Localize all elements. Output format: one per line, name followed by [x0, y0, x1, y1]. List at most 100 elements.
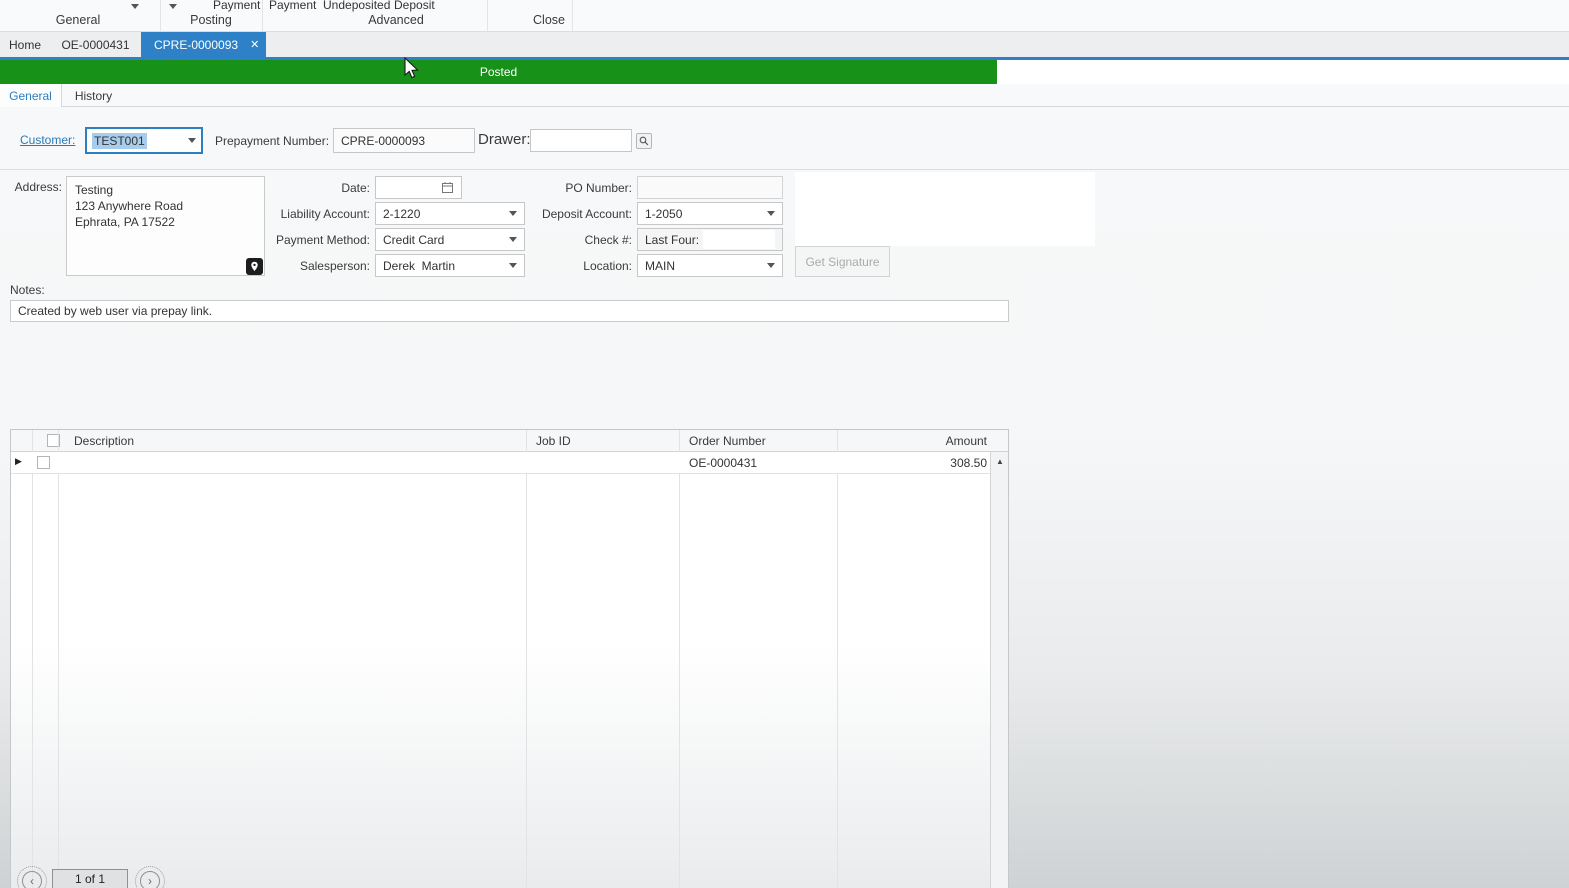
cell-order-number[interactable]: OE-0000431 [679, 452, 834, 473]
liability-account-value: 2-1220 [383, 206, 421, 221]
record-content: Customer: TEST001 Prepayment Number: CPR… [0, 107, 1569, 888]
tab-cpre-0000093[interactable]: CPRE-0000093 ✕ [141, 32, 266, 57]
tab-general[interactable]: General [0, 84, 62, 108]
tab-history[interactable]: History [62, 84, 125, 107]
ribbon: Payment Payment Undeposited Deposit Gene… [0, 0, 1569, 32]
status-badge: Posted [479, 65, 518, 79]
scroll-up-icon[interactable]: ▲ [992, 453, 1008, 469]
address-box[interactable]: Testing 123 Anywhere Road Ephrata, PA 17… [66, 176, 265, 276]
ribbon-separator [487, 0, 488, 31]
tab-home-label: Home [8, 37, 41, 52]
column-header-job-id[interactable]: Job ID [526, 430, 676, 452]
prepayment-number-label: Prepayment Number: [215, 134, 330, 148]
chevron-down-icon [767, 211, 775, 216]
next-record-button[interactable]: › [135, 866, 165, 888]
ribbon-button-payment-posting[interactable]: Payment [213, 0, 260, 12]
get-signature-label: Get Signature [805, 254, 880, 269]
chevron-down-icon[interactable] [169, 4, 177, 9]
notes-label: Notes: [10, 283, 45, 297]
location-combobox[interactable]: MAIN [637, 254, 783, 277]
location-label: Location: [583, 259, 632, 273]
deposit-account-value: 1-2050 [645, 206, 683, 221]
prepayment-number-value: CPRE-0000093 [341, 133, 426, 148]
column-header-order-number[interactable]: Order Number [679, 430, 834, 452]
check-last-four-value [703, 230, 775, 249]
ribbon-group-close: Close [533, 13, 565, 27]
signature-panel [795, 172, 1095, 246]
grid-gridline [32, 430, 33, 888]
tab-general-label: General [9, 89, 52, 103]
chevron-down-icon [767, 263, 775, 268]
payment-method-value: Credit Card [383, 232, 445, 247]
column-header-amount[interactable]: Amount [837, 430, 987, 452]
liability-account-label: Liability Account: [280, 207, 370, 221]
tab-oe-label: OE-0000431 [61, 37, 130, 52]
deposit-account-combobox[interactable]: 1-2050 [637, 202, 783, 225]
grid-gridline [58, 430, 59, 888]
row-checkbox[interactable] [37, 456, 50, 469]
record-position-box[interactable]: 1 of 1 [52, 869, 128, 888]
row-marker-icon: ▶ [15, 456, 22, 466]
previous-record-button[interactable]: ‹ [17, 866, 47, 888]
ribbon-group-general: General [55, 13, 101, 27]
tab-home[interactable]: Home [0, 32, 50, 57]
location-value: MAIN [645, 258, 675, 273]
status-banner: Posted [0, 60, 997, 84]
vertical-scrollbar[interactable]: ▲ ▼ [990, 452, 1008, 888]
prepayment-number-field[interactable]: CPRE-0000093 [333, 128, 475, 153]
tab-history-label: History [74, 88, 113, 103]
cell-job-id[interactable] [526, 452, 676, 473]
check-number-label: Check #: [584, 233, 632, 247]
record-subtabs: General History [0, 84, 1569, 108]
notes-box[interactable]: Created by web user via prepay link. [10, 300, 1009, 322]
chevron-down-icon[interactable] [131, 4, 139, 9]
tab-cpre-label: CPRE-0000093 [154, 37, 239, 52]
close-icon[interactable]: ✕ [250, 38, 259, 51]
salesperson-label: Salesperson: [299, 259, 370, 273]
cell-amount[interactable]: 308.50 [837, 452, 987, 473]
check-number-field[interactable]: Last Four: [637, 228, 783, 251]
ribbon-separator [572, 0, 573, 31]
tab-oe-0000431[interactable]: OE-0000431 [50, 32, 141, 57]
customer-value: TEST001 [92, 132, 147, 149]
ribbon-button-payment-advanced[interactable]: Payment [269, 0, 316, 12]
po-number-input[interactable] [637, 176, 783, 199]
ribbon-separator [262, 0, 263, 31]
drawer-search-button[interactable] [636, 133, 652, 149]
customer-link[interactable]: Customer: [20, 133, 75, 147]
mouse-cursor [404, 57, 419, 79]
salesperson-value: Derek Martin [383, 258, 456, 273]
notes-text: Created by web user via prepay link. [18, 304, 213, 318]
chevron-down-icon [188, 138, 196, 143]
ribbon-button-undeposited[interactable]: Undeposited [323, 0, 390, 12]
divider [0, 169, 1569, 170]
liability-account-combobox[interactable]: 2-1220 [375, 202, 525, 225]
drawer-label: Drawer: [478, 131, 531, 148]
ribbon-group-advanced: Advanced [368, 13, 424, 27]
grid-gridline [837, 430, 838, 888]
table-row[interactable]: ▶ OE-0000431 308.50 [11, 452, 991, 474]
salesperson-combobox[interactable]: Derek Martin [375, 254, 525, 277]
grid-gridline [679, 430, 680, 888]
detail-grid: Description Job ID Order Number Amount ▶… [10, 429, 1009, 888]
address-label: Address: [14, 180, 62, 194]
address-line1: Testing [75, 183, 114, 197]
calendar-icon[interactable] [441, 181, 454, 194]
payment-method-label: Payment Method: [275, 233, 370, 247]
document-tabstrip: Home OE-0000431 CPRE-0000093 ✕ [0, 32, 1569, 57]
payment-method-combobox[interactable]: Credit Card [375, 228, 525, 251]
ribbon-separator [160, 0, 161, 31]
po-number-label: PO Number: [565, 181, 632, 195]
address-line3: Ephrata, PA 17522 [75, 215, 175, 229]
drawer-input[interactable] [530, 129, 632, 152]
date-input[interactable] [375, 176, 462, 199]
app-window: Payment Payment Undeposited Deposit Gene… [0, 0, 1569, 888]
ribbon-button-deposit[interactable]: Deposit [394, 0, 435, 12]
column-header-description[interactable]: Description [64, 430, 524, 452]
customer-combobox[interactable]: TEST001 [85, 127, 203, 154]
deposit-account-label: Deposit Account: [541, 207, 632, 221]
cell-description[interactable] [64, 452, 524, 473]
get-signature-button[interactable]: Get Signature [795, 246, 890, 277]
address-line2: 123 Anywhere Road [75, 199, 184, 213]
check-last-four-prefix: Last Four: [645, 232, 700, 247]
